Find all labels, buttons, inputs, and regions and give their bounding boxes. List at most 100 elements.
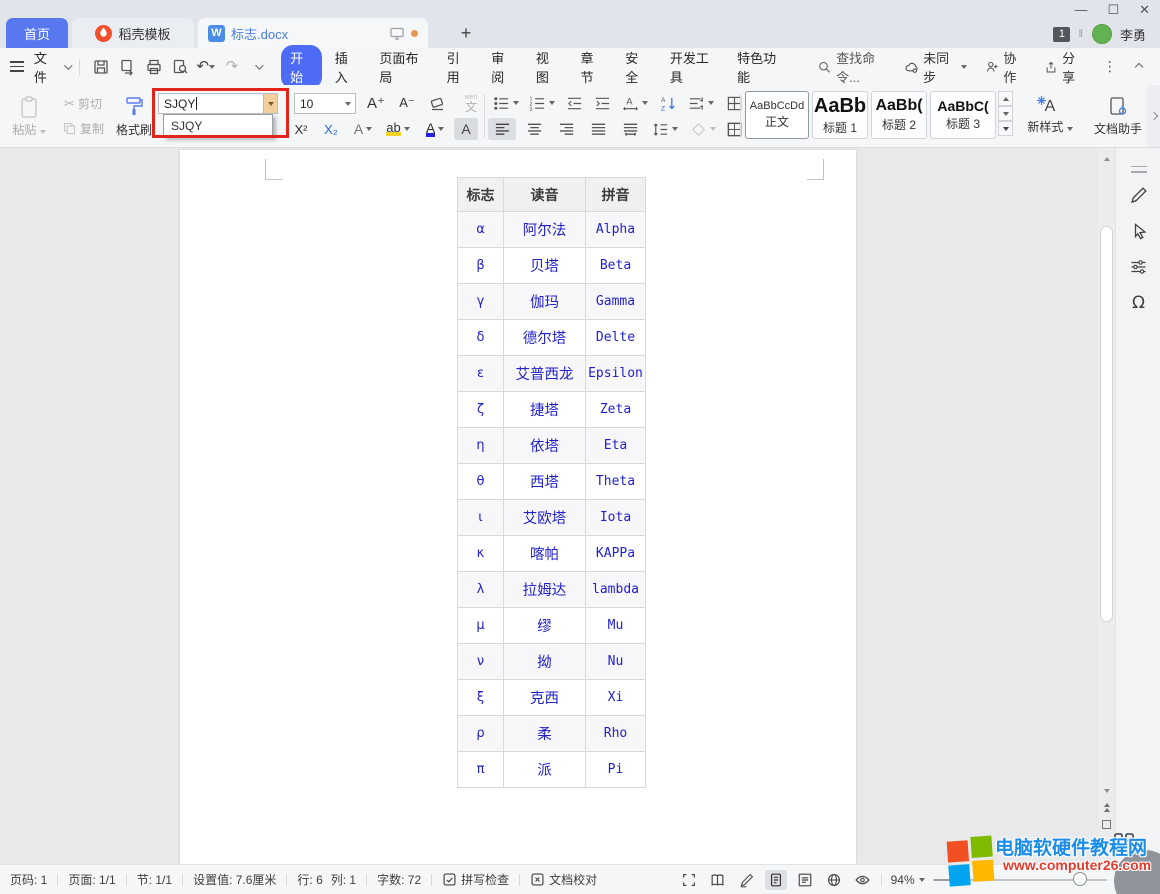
table-cell[interactable]: ε [458,356,504,392]
align-left-button[interactable] [488,118,516,140]
format-painter-button[interactable]: 格式刷 [112,91,156,141]
zoom-level[interactable]: 94% [889,873,927,887]
table-cell[interactable]: ι [458,500,504,536]
menu-item-1[interactable]: 开始 [281,45,322,89]
table-cell[interactable]: 派 [504,752,586,788]
highlight-color-button[interactable]: ab [382,118,414,140]
table-cell[interactable]: 缪 [504,608,586,644]
style-heading3[interactable]: AaBbC( 标题 3 [930,91,996,139]
character-scaling-button[interactable]: A [618,92,652,114]
style-heading1[interactable]: AaBb 标题 1 [812,91,868,139]
table-cell[interactable]: 喀帕 [504,536,586,572]
table-cell[interactable]: 捷塔 [504,392,586,428]
decrease-font-button[interactable]: A⁻ [394,92,420,114]
pinyin-guide-button[interactable]: wén 文 [454,90,488,116]
superscript-button[interactable]: X² [288,118,314,140]
table-cell[interactable]: Xi [586,680,646,716]
table-cell[interactable]: Rho [586,716,646,752]
table-cell[interactable]: 柔 [504,716,586,752]
tab-home[interactable]: 首页 [6,18,68,48]
style-normal[interactable]: AaBbCcDd 正文 [745,91,809,139]
increase-indent-button[interactable] [590,92,614,114]
panel-settings-tool[interactable] [1116,252,1160,282]
font-dropdown-list[interactable]: SJQY [163,114,273,137]
greek-letters-table[interactable]: 标志读音拼音α阿尔法Alphaβ贝塔Betaγ伽玛Gammaδ德尔塔Delteε… [457,177,646,788]
increase-font-button[interactable]: A⁺ [362,92,390,114]
web-layout-button[interactable] [823,870,845,890]
table-cell[interactable]: Zeta [586,392,646,428]
menu-item-7[interactable]: 章节 [572,45,613,89]
font-name-combobox[interactable]: SJQY [158,93,278,114]
distribute-button[interactable] [616,118,644,140]
spell-check-button[interactable]: 拼写检查 [432,871,519,888]
table-cell[interactable]: θ [458,464,504,500]
status-page-number[interactable]: 页码: 1 [0,871,57,888]
paragraph-shading-button[interactable] [686,118,720,140]
file-menu[interactable]: 文件 [32,48,60,86]
status-page[interactable]: 页面: 1/1 [58,871,125,888]
table-cell[interactable]: 艾普西龙 [504,356,586,392]
table-cell[interactable]: KAPPa [586,536,646,572]
table-cell[interactable]: ρ [458,716,504,752]
style-gallery-expand-button[interactable] [998,121,1013,136]
font-size-dropdown-button[interactable] [341,94,355,113]
line-spacing-button[interactable] [648,118,682,140]
table-cell[interactable]: Nu [586,644,646,680]
write-mode-button[interactable] [736,870,758,890]
table-cell[interactable]: Mu [586,608,646,644]
table-cell[interactable]: 艾欧塔 [504,500,586,536]
new-tab-button[interactable]: + [455,22,477,44]
decrease-indent-button[interactable] [562,92,586,114]
select-browse-object-button[interactable] [1102,820,1111,829]
table-cell[interactable]: 伽玛 [504,284,586,320]
share-button[interactable]: 分享 [1038,48,1091,86]
maximize-button[interactable]: ☐ [1107,2,1119,18]
panel-symbol-tool[interactable]: Ω [1116,288,1160,318]
table-cell[interactable]: π [458,752,504,788]
outline-view-button[interactable] [794,870,816,890]
table-cell[interactable]: lambda [586,572,646,608]
print-preview-button[interactable] [169,55,191,79]
font-color-button[interactable]: A [420,118,450,140]
style-scroll-down-button[interactable] [998,106,1013,121]
sync-status[interactable]: 未同步 [898,48,973,86]
table-cell[interactable]: Theta [586,464,646,500]
panel-pen-tool[interactable] [1116,180,1160,210]
table-cell[interactable]: 阿尔法 [504,212,586,248]
eye-protect-button[interactable] [852,870,874,890]
table-cell[interactable]: 德尔塔 [504,320,586,356]
style-heading2[interactable]: AaBb( 标题 2 [871,91,927,139]
table-cell[interactable]: 拉姆达 [504,572,586,608]
menu-item-5[interactable]: 审阅 [482,45,523,89]
doc-assistant-button[interactable]: 文档助手 [1088,91,1148,141]
save-button[interactable] [90,55,112,79]
print-button[interactable] [143,55,165,79]
numbered-list-button[interactable]: 123 [526,92,558,114]
hamburger-icon[interactable] [10,61,24,72]
vertical-scrollbar[interactable] [1098,148,1115,864]
table-cell[interactable]: 西塔 [504,464,586,500]
panel-select-tool[interactable] [1116,216,1160,246]
table-cell[interactable]: δ [458,320,504,356]
copy-button[interactable]: 复制 [54,118,112,138]
style-scroll-up-button[interactable] [998,91,1013,106]
table-cell[interactable]: κ [458,536,504,572]
menu-item-8[interactable]: 安全 [616,45,657,89]
scroll-up-button[interactable] [1098,152,1115,166]
menu-item-6[interactable]: 视图 [527,45,568,89]
table-cell[interactable]: 贝塔 [504,248,586,284]
undo-button[interactable]: ↶ [195,55,217,79]
search-commands[interactable]: 查找命令... [817,48,893,86]
minimize-button[interactable]: — [1074,2,1087,18]
table-cell[interactable]: Iota [586,500,646,536]
status-section[interactable]: 节: 1/1 [127,871,182,888]
table-cell[interactable]: Beta [586,248,646,284]
sort-button[interactable]: AZ [656,92,680,114]
table-cell[interactable]: Gamma [586,284,646,320]
menu-item-10[interactable]: 特色功能 [728,45,791,89]
table-cell[interactable]: γ [458,284,504,320]
table-cell[interactable]: μ [458,608,504,644]
character-shading-button[interactable]: A [454,118,478,140]
align-right-button[interactable] [552,118,580,140]
user-avatar[interactable] [1092,24,1112,44]
